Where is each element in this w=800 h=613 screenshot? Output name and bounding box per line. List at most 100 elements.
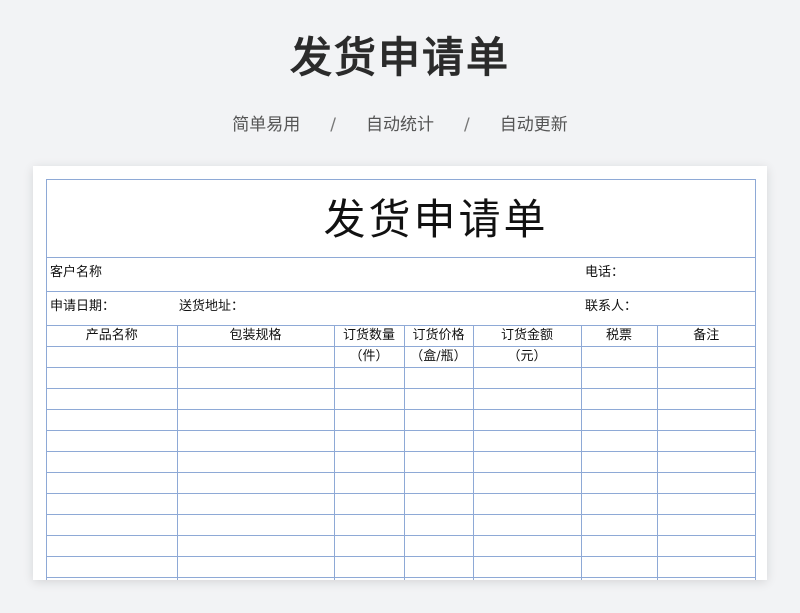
table-cell[interactable] [656,451,755,473]
table-cell[interactable] [333,514,405,536]
customer-name-label: 客户名称 [50,265,103,280]
table-cell[interactable] [580,493,658,515]
table-cell[interactable] [403,556,474,578]
table-cell[interactable] [656,577,755,580]
table-cell[interactable] [176,577,335,580]
order-table: 产品名称 包装规格 订货数量 订货价格 订货金额 税票 备注 （件） （盒/瓶）… [47,325,755,580]
table-cell[interactable] [580,577,658,580]
contact-label: 联系人： [585,299,638,314]
table-row [47,493,755,515]
table-row [47,451,755,473]
table-cell[interactable] [403,472,474,494]
table-cell[interactable] [580,388,658,410]
table-cell[interactable] [47,388,178,410]
header-price-unit: （盒/瓶） [403,346,474,368]
table-cell[interactable] [176,388,335,410]
table-cell[interactable] [333,472,405,494]
table-cell [176,346,335,368]
table-cell[interactable] [176,535,335,557]
table-cell[interactable] [656,388,755,410]
table-cell[interactable] [333,367,405,389]
table-cell[interactable] [403,409,474,431]
table-cell[interactable] [47,451,178,473]
table-cell[interactable] [333,493,405,515]
table-cell[interactable] [176,409,335,431]
table-cell[interactable] [47,577,178,580]
table-cell[interactable] [176,514,335,536]
table-cell[interactable] [403,367,474,389]
table-cell[interactable] [47,409,178,431]
table-cell[interactable] [47,367,178,389]
table-cell[interactable] [403,535,474,557]
table-cell[interactable] [656,493,755,515]
table-row [47,577,755,580]
table-row [47,514,755,536]
table-cell[interactable] [333,388,405,410]
table-cell[interactable] [47,535,178,557]
table-cell[interactable] [472,514,582,536]
table-cell[interactable] [333,409,405,431]
table-cell[interactable] [403,577,474,580]
form-sheet: 发货申请单 客户名称 电话： 申请日期： 送货地址： 联系人： 产品名称 包装规… [46,179,756,580]
subtitle-item-easy: 简单易用 [232,115,301,135]
table-cell[interactable] [403,430,474,452]
table-cell[interactable] [656,409,755,431]
table-cell[interactable] [176,556,335,578]
table-cell[interactable] [580,367,658,389]
table-cell[interactable] [472,430,582,452]
table-cell[interactable] [656,472,755,494]
table-cell[interactable] [580,535,658,557]
table-row [47,409,755,431]
table-cell[interactable] [580,409,658,431]
table-cell[interactable] [580,430,658,452]
spreadsheet-preview: 发货申请单 客户名称 电话： 申请日期： 送货地址： 联系人： 产品名称 包装规… [33,166,767,580]
table-cell[interactable] [580,472,658,494]
table-cell[interactable] [176,451,335,473]
phone-label: 电话： [585,265,625,280]
table-cell[interactable] [472,409,582,431]
table-cell[interactable] [176,367,335,389]
table-cell[interactable] [472,451,582,473]
table-cell[interactable] [176,430,335,452]
table-cell[interactable] [656,514,755,536]
table-cell[interactable] [333,535,405,557]
table-cell[interactable] [403,514,474,536]
table-cell[interactable] [472,367,582,389]
table-cell[interactable] [580,556,658,578]
table-cell[interactable] [472,472,582,494]
table-cell[interactable] [47,514,178,536]
table-cell[interactable] [472,493,582,515]
header-order-quantity: 订货数量 [333,325,405,347]
table-cell[interactable] [176,493,335,515]
table-cell[interactable] [47,430,178,452]
table-cell[interactable] [176,472,335,494]
header-remarks: 备注 [656,325,755,347]
table-cell[interactable] [656,535,755,557]
table-cell[interactable] [47,493,178,515]
table-cell[interactable] [656,556,755,578]
table-cell[interactable] [47,472,178,494]
subtitle-item-auto-update: 自动更新 [499,115,568,135]
table-cell[interactable] [472,388,582,410]
table-cell[interactable] [580,451,658,473]
table-cell[interactable] [403,451,474,473]
header-product-name: 产品名称 [47,325,178,347]
page-title: 发货申请单 [289,33,510,82]
table-cell[interactable] [656,430,755,452]
table-cell[interactable] [333,430,405,452]
table-cell[interactable] [47,556,178,578]
table-cell[interactable] [580,514,658,536]
customer-info-row: 客户名称 电话： [47,258,755,292]
table-cell[interactable] [472,556,582,578]
table-cell[interactable] [403,493,474,515]
table-cell[interactable] [403,388,474,410]
table-cell[interactable] [333,451,405,473]
header-amount-unit: （元） [472,346,582,368]
table-cell[interactable] [333,577,405,580]
table-header-row: 产品名称 包装规格 订货数量 订货价格 订货金额 税票 备注 [47,325,755,347]
subtitle: 简单易用 / 自动统计 / 自动更新 [0,113,800,137]
table-cell[interactable] [656,367,755,389]
table-cell[interactable] [333,556,405,578]
table-cell[interactable] [472,577,582,580]
table-cell[interactable] [472,535,582,557]
